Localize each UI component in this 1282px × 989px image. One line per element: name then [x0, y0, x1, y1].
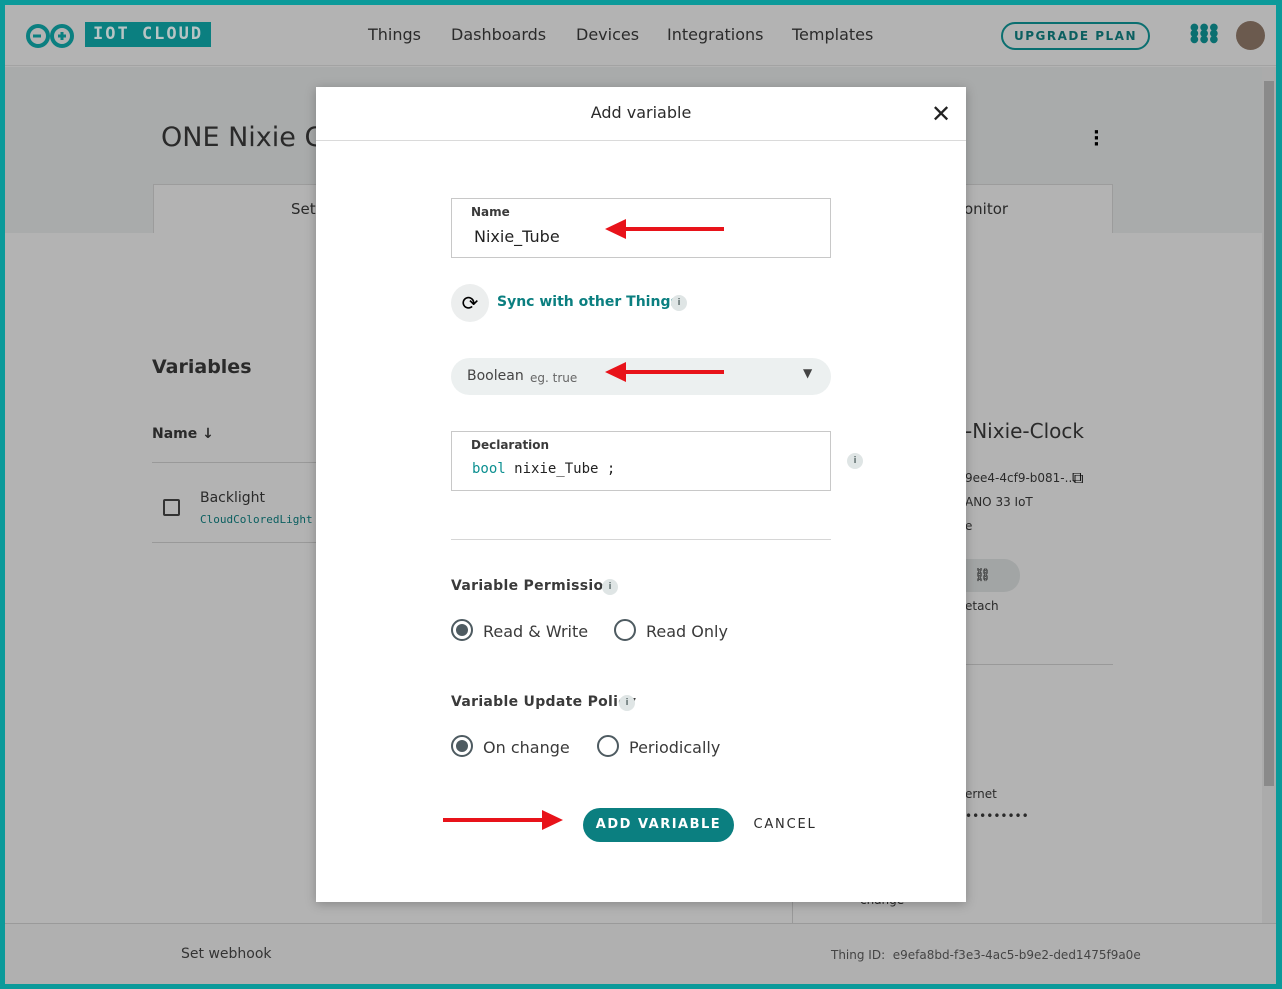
thing-id: Thing ID: e9efa8bd-f3e3-4ac5-b9e2-ded147…: [831, 948, 1141, 962]
add-variable-button[interactable]: ADD VARIABLE: [583, 808, 734, 842]
more-icon[interactable]: · · ·: [1093, 124, 1100, 154]
device-board: ANO 33 IoT: [965, 495, 1033, 509]
thing-title: ONE Nixie C: [161, 122, 324, 153]
nav-integrations[interactable]: Integrations: [667, 25, 764, 44]
nav-things[interactable]: Things: [368, 25, 421, 44]
variable-type: CloudColoredLight: [200, 513, 313, 526]
radio-read-only[interactable]: [614, 619, 636, 641]
radio-periodically[interactable]: [597, 735, 619, 757]
unlink-icon: ⛓: [974, 568, 991, 583]
dialog-title: Add variable: [316, 87, 966, 141]
read-write-label[interactable]: Read & Write: [483, 622, 588, 641]
footer: Set webhook Thing ID: e9efa8bd-f3e3-4ac5…: [5, 923, 1276, 984]
logo-text[interactable]: IOT CLOUD: [85, 22, 212, 47]
top-nav: IOT CLOUD Things Dashboards Devices Inte…: [5, 5, 1276, 66]
read-only-label[interactable]: Read Only: [646, 622, 728, 641]
declaration-code: bool nixie_Tube ;: [472, 461, 615, 477]
avatar[interactable]: [1236, 21, 1265, 50]
sync-icon[interactable]: ⟳: [451, 284, 489, 322]
type-value: Boolean: [467, 368, 524, 384]
nav-devices[interactable]: Devices: [576, 25, 639, 44]
info-icon[interactable]: i: [602, 579, 618, 595]
device-name: -Nixie-Clock: [965, 419, 1084, 443]
chevron-down-icon: ▼: [803, 366, 813, 380]
apps-grid-icon[interactable]: ●●● ●●● ●●●: [1190, 23, 1218, 45]
radio-on-change[interactable]: [451, 735, 473, 757]
on-change-label[interactable]: On change: [483, 738, 570, 757]
name-label: Name: [471, 205, 510, 219]
info-icon[interactable]: i: [847, 453, 863, 469]
nav-templates[interactable]: Templates: [792, 25, 873, 44]
tab-setup[interactable]: Set: [291, 200, 316, 218]
thing-id-value: e9efa8bd-f3e3-4ac5-b9e2-ded1475f9a0e: [892, 948, 1141, 962]
declaration-field[interactable]: Declaration bool nixie_Tube ;: [451, 431, 831, 491]
variable-checkbox[interactable]: [163, 499, 180, 516]
nav-dashboards[interactable]: Dashboards: [451, 25, 546, 44]
periodically-label[interactable]: Periodically: [629, 738, 720, 757]
tab-monitor[interactable]: onitor: [964, 200, 1008, 218]
divider: [152, 542, 322, 543]
decl-name: nixie_Tube: [514, 461, 599, 477]
name-column-header[interactable]: Name ↓: [152, 426, 214, 442]
copy-icon[interactable]: ⧉: [1072, 468, 1083, 488]
device-status: e: [965, 519, 973, 533]
variables-heading: Variables: [152, 356, 252, 378]
type-hint: eg. true: [530, 371, 578, 385]
divider: [152, 462, 322, 463]
set-webhook-link[interactable]: Set webhook: [181, 946, 272, 962]
info-icon[interactable]: i: [619, 695, 635, 711]
decl-end: ;: [606, 461, 616, 477]
device-id: 9ee4-4cf9-b081-...: [965, 471, 1077, 485]
declaration-label: Declaration: [471, 438, 550, 452]
type-select[interactable]: Boolean eg. true ▼: [451, 358, 831, 395]
info-icon[interactable]: i: [671, 295, 687, 311]
thing-id-label: Thing ID:: [831, 948, 886, 962]
sync-link[interactable]: Sync with other Things: [497, 294, 679, 310]
detach-label: etach: [965, 599, 999, 613]
permission-label: Variable Permission: [451, 578, 614, 594]
network-password: •••••••••: [965, 809, 1029, 823]
radio-read-write[interactable]: [451, 619, 473, 641]
variable-name[interactable]: Backlight: [200, 490, 265, 506]
name-value: Nixie_Tube: [474, 227, 560, 246]
scrollbar-thumb[interactable]: [1264, 81, 1274, 786]
app-window: IOT CLOUD Things Dashboards Devices Inte…: [5, 5, 1276, 984]
name-input[interactable]: Name Nixie_Tube: [451, 198, 831, 258]
decl-type: bool: [472, 461, 506, 477]
close-icon[interactable]: ✕: [931, 100, 951, 128]
divider: [451, 539, 831, 540]
name-col-label: Name: [152, 426, 198, 442]
cancel-button[interactable]: CANCEL: [746, 808, 824, 842]
add-variable-dialog: Add variable ✕ Name Nixie_Tube ⟳ Sync wi…: [316, 87, 966, 902]
network-label: ernet: [965, 787, 997, 801]
policy-label: Variable Update Policy: [451, 694, 637, 710]
arduino-logo-icon[interactable]: [25, 23, 77, 49]
upgrade-plan-button[interactable]: UPGRADE PLAN: [1001, 22, 1150, 50]
